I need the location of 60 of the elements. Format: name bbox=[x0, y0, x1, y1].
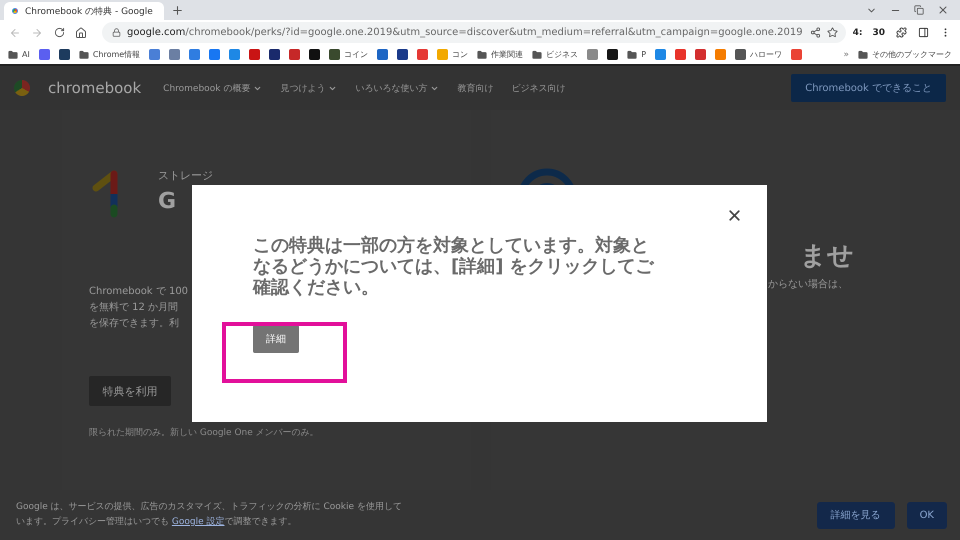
folder-icon bbox=[477, 50, 488, 60]
nav-item[interactable]: 見つけよう bbox=[280, 82, 338, 94]
browser-tab[interactable]: Chromebook の特典 - Google bbox=[4, 2, 164, 20]
card-description: Chromebook で 100 を無料で 12 か月間 を保存できます。利 bbox=[89, 285, 188, 331]
extensions-icon bbox=[896, 27, 906, 38]
extension-badge[interactable]: 30 bbox=[869, 28, 888, 38]
settings-link[interactable]: Google 設定 bbox=[172, 517, 224, 527]
restore-icon bbox=[914, 5, 924, 15]
bookmark-folder[interactable]: ビジネス bbox=[532, 49, 578, 60]
reload-icon bbox=[54, 27, 64, 38]
ok-button[interactable]: OK bbox=[906, 502, 947, 528]
lock-icon bbox=[112, 28, 121, 37]
bookmark-folder[interactable]: その他のブックマーク bbox=[858, 49, 952, 60]
modal-message: この特典は一部の方を対象としています。対象となるどうかについては、[詳細] をクリックしてご確認ください。 bbox=[253, 235, 656, 298]
more-bookmarks-chevron[interactable]: » bbox=[843, 50, 849, 60]
folder-icon bbox=[532, 50, 542, 60]
cta-button[interactable]: Chromebook でできること bbox=[791, 74, 946, 102]
site-bookmark-icon[interactable] bbox=[607, 49, 618, 60]
card-title: ませ bbox=[799, 240, 855, 273]
nav-item[interactable]: 教育向け bbox=[457, 82, 494, 94]
card-eyebrow: ストレージ bbox=[158, 168, 213, 183]
folder-icon bbox=[858, 50, 868, 60]
close-window-icon bbox=[937, 4, 949, 16]
site-bookmark-icon[interactable] bbox=[397, 49, 408, 60]
site-logo[interactable]: chromebook bbox=[48, 79, 142, 97]
nav-item[interactable]: いろいろな使い方 bbox=[355, 82, 440, 94]
extension-badge[interactable]: 4: bbox=[850, 28, 866, 38]
back-icon bbox=[9, 26, 21, 38]
site-bookmark-icon[interactable] bbox=[58, 49, 70, 60]
chrome-favicon-icon bbox=[10, 6, 20, 16]
bookmark-folder[interactable]: AI bbox=[8, 50, 30, 60]
folder-icon bbox=[78, 50, 89, 60]
details-button[interactable]: 詳細 bbox=[253, 325, 299, 353]
learn-more-button[interactable]: 詳細を見る bbox=[816, 502, 895, 528]
bookmark[interactable]: コン bbox=[437, 49, 468, 60]
nav-item[interactable]: ビジネス向け bbox=[511, 82, 566, 94]
chrome-logo-icon bbox=[14, 80, 30, 96]
bookmark-folder[interactable]: 作業関連 bbox=[477, 49, 524, 60]
site-bookmark-icon[interactable] bbox=[269, 49, 280, 60]
new-tab-icon bbox=[170, 4, 184, 16]
card-title: G bbox=[158, 188, 178, 216]
home-icon bbox=[75, 26, 87, 38]
bookmark[interactable]: コイン bbox=[329, 49, 368, 60]
bookmark[interactable]: ハローワ bbox=[735, 49, 782, 60]
card-note: 限られた期間のみ。新しい Google One メンバーのみ。 bbox=[89, 426, 319, 439]
folder-icon bbox=[8, 50, 18, 60]
redeem-button[interactable]: 特典を利用 bbox=[89, 376, 171, 406]
forward-icon bbox=[31, 26, 43, 38]
tab-title: Chromebook の特典 - Google bbox=[25, 6, 153, 18]
card-description: からない場合は、 bbox=[768, 278, 848, 291]
bookmark-folder[interactable]: P bbox=[627, 50, 646, 60]
nav-item[interactable]: Chromebook の概要 bbox=[163, 82, 262, 94]
cookie-notice: Google は、サービスの提供、広告のカスタマイズ、トラフィックの分析に Cookie を使用しています。プライバシー管理はいつでも Google 設定で調整できます。 bbox=[16, 500, 403, 529]
address-bar[interactable]: google.com/chromebook/perks/?id=google.one.2019&utm_source=discover&utm_medium=referral&utm_campaign=google.one.2019 bbox=[102, 22, 846, 43]
star-icon[interactable] bbox=[826, 27, 838, 38]
side-panel-icon bbox=[918, 27, 928, 38]
bookmark-folder[interactable]: Chrome情報 bbox=[78, 49, 140, 60]
site-bookmark-icon[interactable] bbox=[309, 49, 320, 60]
share-icon[interactable] bbox=[810, 27, 821, 38]
folder-icon bbox=[627, 50, 638, 60]
